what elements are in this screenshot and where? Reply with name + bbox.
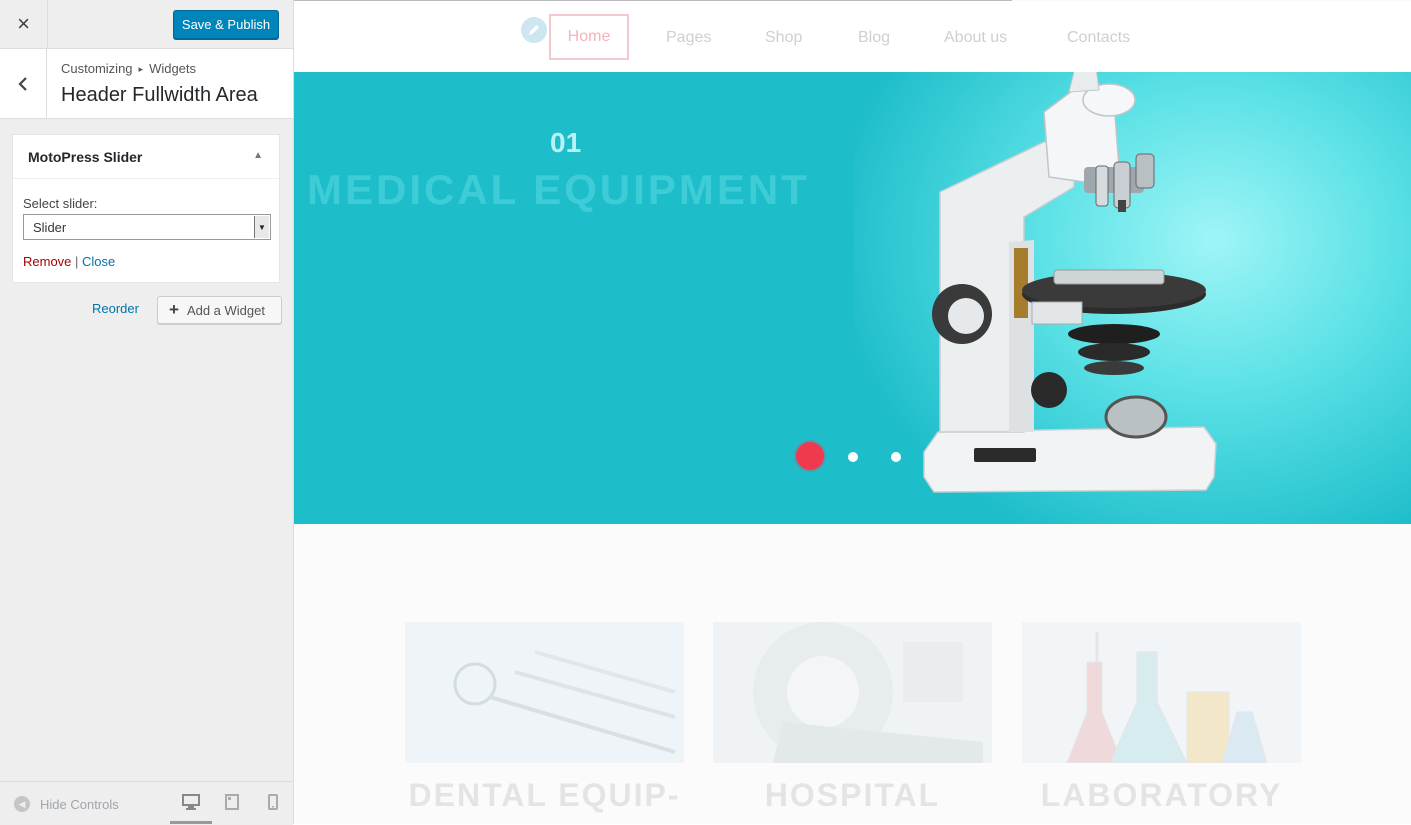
actions-separator: | xyxy=(71,254,83,269)
nav-item-blog[interactable]: Blog xyxy=(858,29,890,47)
hero-slider: 01 MEDICAL EQUIPMENT xyxy=(294,72,1411,524)
remove-link[interactable]: Remove xyxy=(23,254,71,269)
card-title-hospital: HOSPITAL xyxy=(764,777,941,813)
mobile-icon[interactable] xyxy=(268,794,278,810)
customizer-footer: ◀ Hide Controls xyxy=(0,781,293,825)
card-title-laboratory: LABORATORY xyxy=(1040,777,1283,813)
nav-item-pages[interactable]: Pages xyxy=(666,29,711,47)
section-header: Customizing ▸ Widgets Header Fullwidth Are… xyxy=(0,49,293,119)
slider-select[interactable]: Slider ▼ xyxy=(23,214,271,240)
hide-controls-label: Hide Controls xyxy=(40,796,119,812)
breadcrumb-child: Widgets xyxy=(149,61,197,76)
nav-item-contacts[interactable]: Contacts xyxy=(1067,29,1130,47)
breadcrumb-parent: Customizing xyxy=(61,61,133,76)
section-title: Header Fullwidth Area xyxy=(61,84,258,106)
customizer-header: × Save & Publish xyxy=(0,0,293,49)
edit-shortcut-button[interactable] xyxy=(521,17,547,43)
save-publish-button[interactable]: Save & Publish xyxy=(173,10,279,39)
nav-item-home[interactable]: Home xyxy=(549,14,629,60)
back-arrow-icon xyxy=(18,76,27,91)
motopress-slider-widget: MotoPress Slider ▲ Select slider: Slider… xyxy=(12,134,280,283)
desktop-icon[interactable] xyxy=(182,794,200,810)
slider-dot-3[interactable] xyxy=(891,452,901,462)
laboratory-flasks-image xyxy=(1022,622,1301,763)
slide-title: MEDICAL EQUIPMENT xyxy=(307,166,810,213)
card-title-dental: DENTAL EQUIP- xyxy=(408,777,681,813)
dental-instruments-image xyxy=(405,622,684,763)
close-link[interactable]: Close xyxy=(82,254,115,269)
hospital-equipment-image xyxy=(713,622,992,763)
plus-icon: + xyxy=(169,300,179,319)
nav-item-shop[interactable]: Shop xyxy=(765,29,802,47)
category-card-dental[interactable]: DENTAL EQUIP- xyxy=(405,622,684,814)
pencil-icon xyxy=(529,25,539,35)
breadcrumb: Customizing ▸ Widgets xyxy=(61,61,196,76)
triangle-up-icon[interactable]: ▲ xyxy=(253,150,263,161)
tablet-icon[interactable] xyxy=(225,794,239,810)
hide-controls-button[interactable]: ◀ Hide Controls xyxy=(14,796,119,812)
add-widget-label: Add a Widget xyxy=(186,302,265,318)
widget-header[interactable]: MotoPress Slider ▲ xyxy=(13,135,279,179)
customizer-sidebar: × Save & Publish Customizing ▸ Widgets Hea… xyxy=(0,0,294,825)
nav-item-about-us[interactable]: About us xyxy=(944,29,1007,47)
close-icon: × xyxy=(17,11,30,36)
select-slider-label: Select slider: xyxy=(23,196,98,211)
breadcrumb-separator: ▸ xyxy=(138,64,144,74)
site-preview: Home Pages Shop Blog About us Contacts 0… xyxy=(294,0,1411,824)
widget-actions: Remove | Close xyxy=(23,254,115,269)
hide-controls-icon: ◀ xyxy=(14,796,30,812)
add-widget-button[interactable]: + Add a Widget xyxy=(157,296,282,324)
microscope-image xyxy=(923,72,1217,493)
widget-title: MotoPress Slider xyxy=(28,149,143,165)
back-button[interactable] xyxy=(0,49,47,118)
category-card-laboratory[interactable]: LABORATORY xyxy=(1022,622,1301,814)
slider-select-value: Slider xyxy=(33,220,67,235)
slider-dot-1[interactable] xyxy=(796,442,824,470)
category-card-hospital[interactable]: HOSPITAL xyxy=(713,622,992,814)
slider-dot-2[interactable] xyxy=(848,452,858,462)
site-navigation: Home Pages Shop Blog About us Contacts xyxy=(294,1,1411,72)
reorder-link[interactable]: Reorder xyxy=(92,301,139,316)
close-customizer-button[interactable]: × xyxy=(0,0,48,48)
slide-number: 01 xyxy=(550,127,582,158)
dropdown-arrow-icon[interactable]: ▼ xyxy=(254,216,269,238)
